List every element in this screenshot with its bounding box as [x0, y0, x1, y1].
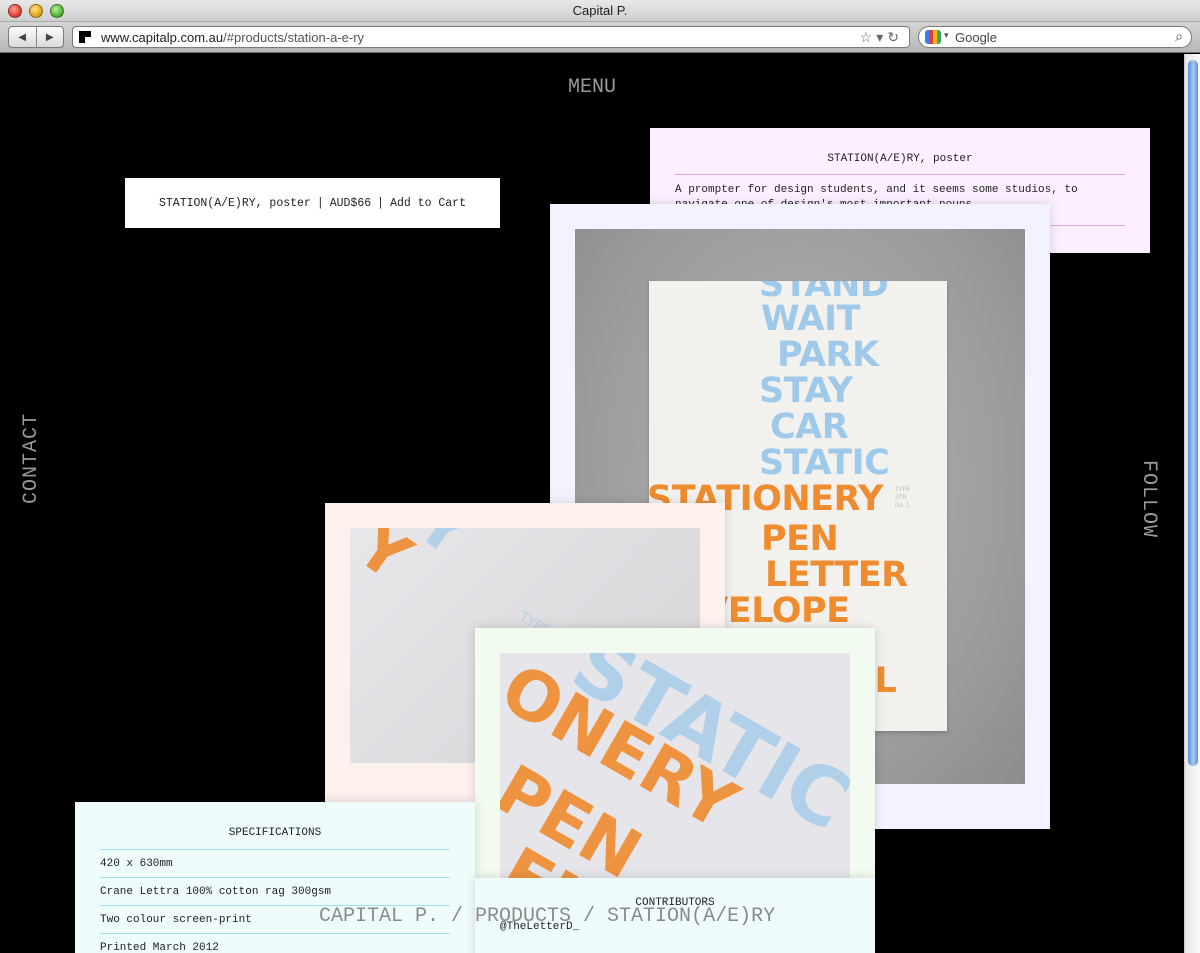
poster-word: STATIC [759, 443, 890, 483]
reload-icon[interactable]: ↻ [887, 29, 903, 45]
poster-word: LETTER [765, 555, 908, 595]
window-titlebar: Capital P. [0, 0, 1200, 22]
poster-word: Y [350, 528, 423, 596]
forward-button[interactable]: ▶ [37, 27, 64, 47]
window-title: Capital P. [572, 3, 628, 18]
spec-row: Printed March 2012 [100, 934, 450, 953]
specifications-card: SPECIFICATIONS 420 x 630mm Crane Lettra … [75, 802, 475, 953]
page-viewport: MENU CONTACT FOLLOW STATION(A/E)RY, post… [0, 54, 1200, 953]
search-field[interactable]: ▾ Google ⌕ [918, 26, 1192, 48]
poster-word: STAY [759, 371, 853, 411]
poster-word: PEN [761, 519, 839, 559]
description-title: STATION(A/E)RY, poster [675, 153, 1125, 175]
spec-row: Crane Lettra 100% cotton rag 300gsm [100, 878, 450, 906]
browser-toolbar: ◀ ▶ www.capitalp.com.au/#products/statio… [0, 22, 1200, 53]
scrollbar-thumb[interactable] [1188, 60, 1198, 766]
back-button[interactable]: ◀ [9, 27, 37, 47]
cart-product-name: STATION(A/E)RY, poster [159, 196, 311, 210]
poster-small-text: No. 1 [895, 503, 910, 509]
back-arrow-icon: ◀ [18, 31, 27, 43]
url-path: /#products/station-a-e-ry [223, 30, 365, 45]
spec-row: 420 x 630mm [100, 850, 450, 878]
poster-word: Y [403, 528, 483, 571]
add-to-cart-button[interactable]: Add to Cart [390, 197, 466, 210]
poster-small-print: TYPE STR No. 1 [895, 486, 911, 510]
url-text[interactable]: www.capitalp.com.au/#products/station-a-… [101, 30, 364, 45]
poster-word: PARK [777, 335, 879, 375]
poster-word: CAR [770, 407, 849, 447]
breadcrumb[interactable]: CAPITAL P. / PRODUCTS / STATION(A/E)RY [319, 905, 775, 928]
google-logo-icon[interactable] [925, 30, 941, 44]
menu-link[interactable]: MENU [0, 76, 1184, 99]
site-favicon-icon [79, 31, 91, 43]
address-bar[interactable]: www.capitalp.com.au/#products/station-a-… [72, 26, 910, 48]
poster-word: WAIT [761, 299, 861, 339]
magnifier-icon[interactable]: ⌕ [1175, 28, 1183, 45]
contact-link[interactable]: CONTACT [20, 413, 43, 504]
cart-bar: STATION(A/E)RY, poster | AUD$66 | Add to… [125, 178, 500, 228]
poster-small-text: STR [895, 495, 907, 501]
follow-link[interactable]: FOLLOW [1137, 460, 1160, 538]
url-actions: ☆▾↻ [860, 29, 903, 46]
vertical-scrollbar[interactable] [1184, 54, 1200, 953]
search-placeholder: Google [955, 30, 997, 45]
dropdown-caret-icon[interactable]: ▾ [876, 29, 887, 45]
bookmark-star-icon[interactable]: ☆ [860, 29, 877, 45]
nav-buttons: ◀ ▶ [8, 26, 64, 48]
forward-arrow-icon: ▶ [45, 31, 54, 43]
cart-separator: | [377, 196, 385, 210]
specifications-title: SPECIFICATIONS [100, 827, 450, 850]
cart-separator: | [316, 196, 324, 210]
search-engine-caret-icon[interactable]: ▾ [944, 30, 949, 41]
cart-price: AUD$66 [329, 196, 372, 210]
poster-small-text: TYPE [895, 487, 911, 493]
url-host: www.capitalp.com.au [101, 30, 224, 45]
